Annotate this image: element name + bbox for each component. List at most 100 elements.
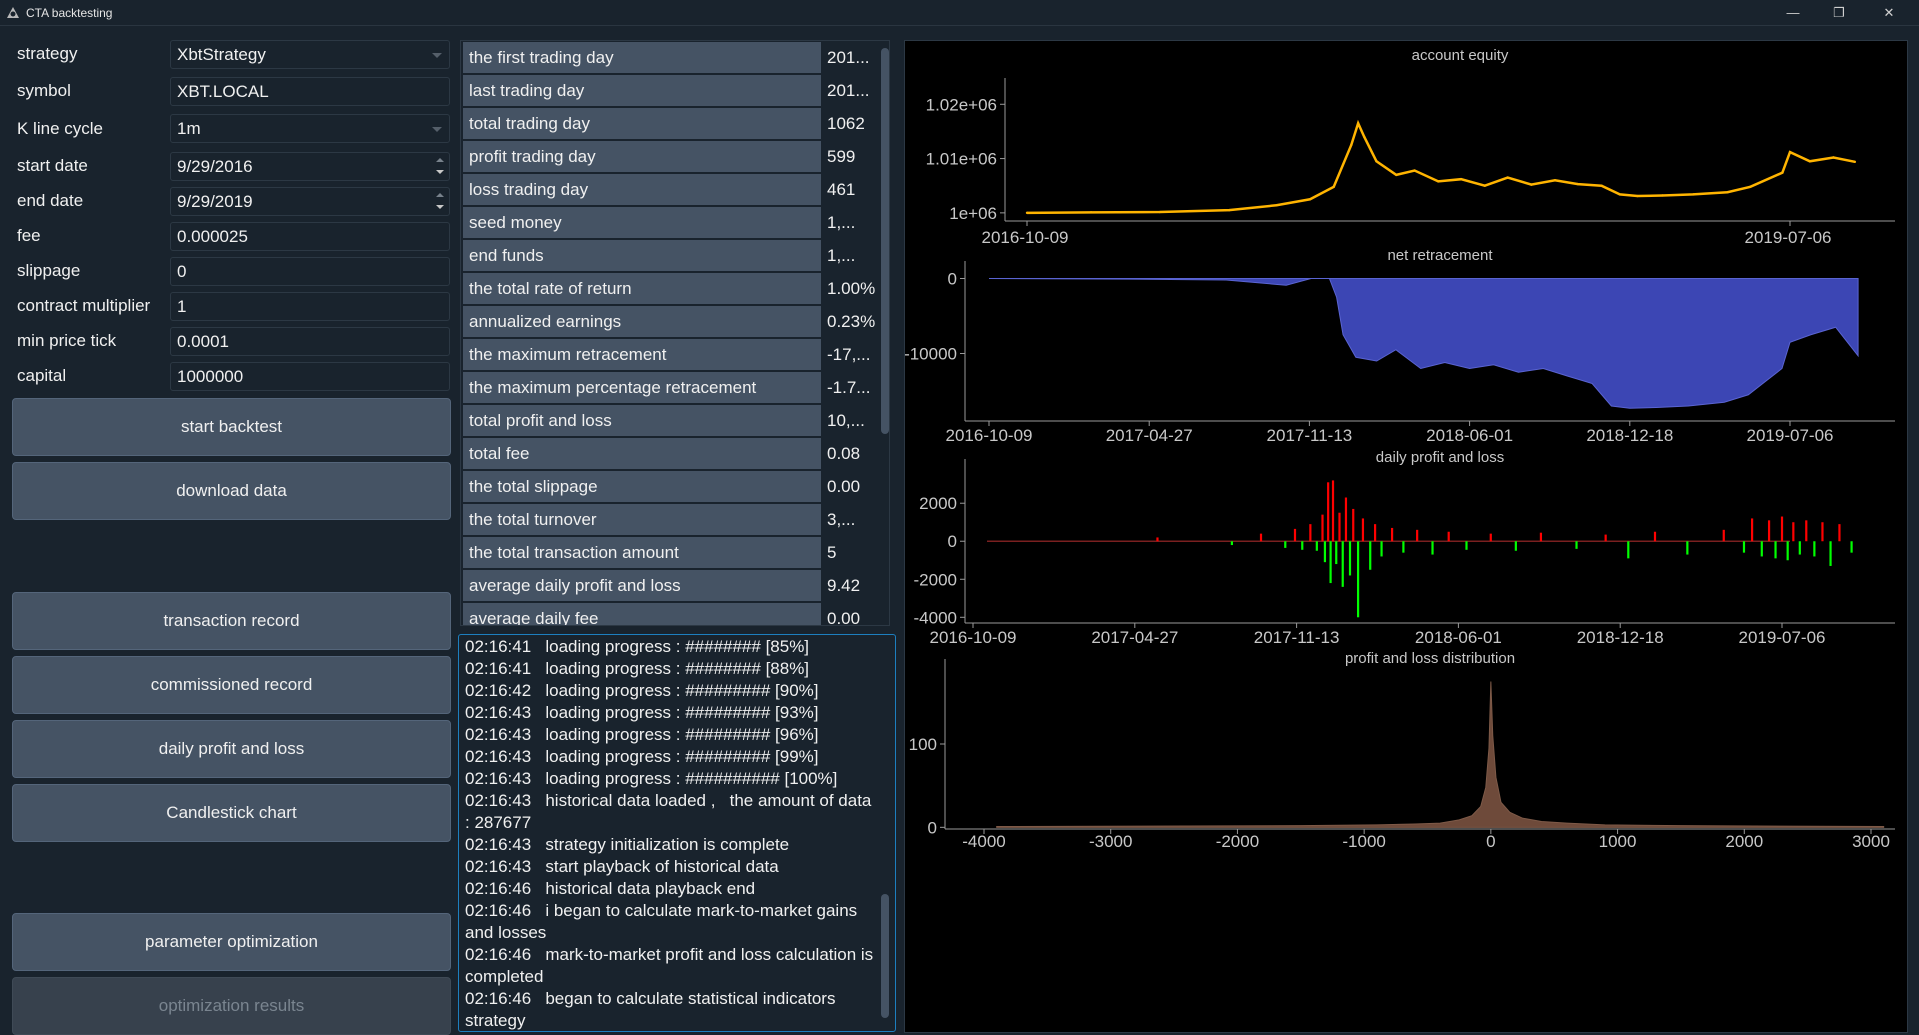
fee-input[interactable]: 0.000025 (170, 222, 450, 251)
contract-multiplier-input[interactable]: 1 (170, 292, 450, 321)
equity-point (1437, 180, 1440, 183)
y-tick-label: 1e+06 (949, 204, 997, 223)
table-row: average daily profit and loss 9.42 (461, 569, 881, 601)
log-scrollbar[interactable] (880, 640, 890, 1026)
stat-value: 10,... (823, 405, 879, 436)
pnl-bar (1284, 541, 1287, 548)
stat-value: 1.00% (823, 273, 879, 304)
window-title: CTA backtesting (26, 6, 113, 20)
pnl-bar (1348, 541, 1352, 576)
parameter-optimization-button[interactable]: parameter optimization (12, 913, 451, 971)
stat-value: 599 (823, 141, 879, 172)
pnl-bar (1575, 541, 1578, 549)
x-tick-label: 3000 (1852, 832, 1890, 851)
stat-value: -1.7... (823, 372, 879, 403)
equity-point (1636, 194, 1639, 198)
kline-value: 1m (177, 119, 201, 138)
log-line: 02:16:43 loading progress : ######### [9… (465, 725, 819, 744)
candlestick-chart-button[interactable]: Candlestick chart (12, 784, 451, 842)
strategy-select[interactable]: XbtStrategy (170, 40, 450, 69)
chevron-down-icon[interactable] (432, 127, 442, 132)
equity-point (1832, 156, 1835, 159)
equity-point (1853, 160, 1857, 164)
x-tick-label: -3000 (1089, 832, 1132, 851)
daily-pnl-button[interactable]: daily profit and loss (12, 720, 451, 778)
log-line: 02:16:43 strategy initialization is comp… (465, 835, 790, 854)
stat-value: 0.08 (823, 438, 879, 469)
table-row: the total transaction amount 5 (461, 536, 881, 568)
commissioned-record-button[interactable]: commissioned record (12, 656, 451, 714)
chart-0: account equity (1004, 47, 1895, 222)
pnl-bar (1309, 524, 1312, 542)
log-text: 02:16:41 loading progress : ######## [85… (465, 636, 878, 1031)
y-tick-label: 100 (909, 735, 937, 754)
scrollbar-handle[interactable] (881, 894, 889, 1018)
table-row: the total rate of return 1.00% (461, 272, 881, 304)
download-data-button[interactable]: download data (12, 462, 451, 520)
equity-point (1356, 122, 1360, 125)
stat-name: the total slippage (463, 471, 821, 502)
log-line: 02:16:43 loading progress : ######### [9… (465, 703, 819, 722)
spin-down-icon[interactable] (433, 202, 447, 214)
minimize-icon[interactable]: — (1770, 0, 1816, 26)
symbol-input[interactable]: XBT.LOCAL (170, 77, 450, 106)
pnl-bar (1850, 541, 1853, 553)
stats-scrollbar[interactable] (880, 42, 890, 624)
y-tick-label: 1.02e+06 (926, 95, 997, 114)
equity-point (1459, 178, 1463, 181)
stat-name: the total rate of return (463, 273, 821, 304)
log-line: 02:16:46 mark-to-market profit and loss … (465, 945, 878, 986)
scrollbar-handle[interactable] (881, 48, 889, 434)
stat-name: total trading day (463, 108, 821, 139)
capital-input[interactable]: 1000000 (170, 362, 450, 391)
spin-up-icon[interactable] (433, 154, 447, 166)
x-tick-label: 2017-11-13 (1267, 426, 1353, 445)
min-price-tick-label: min price tick (17, 331, 117, 350)
pnl-bar (1315, 541, 1318, 551)
spin-down-icon[interactable] (433, 167, 447, 179)
equity-point (1749, 185, 1752, 188)
start-backtest-button[interactable]: start backtest (12, 398, 451, 456)
stat-name: the total transaction amount (463, 537, 821, 568)
pnl-bar (1259, 533, 1263, 542)
equity-point (1600, 184, 1603, 187)
spin-up-icon[interactable] (433, 189, 447, 201)
pnl-bar (1805, 520, 1808, 542)
x-tick-label: 2018-06-01 (1426, 426, 1513, 445)
close-icon[interactable]: ✕ (1866, 0, 1912, 26)
log-line: 02:16:43 start playback of historical da… (465, 857, 779, 876)
chart-2: daily profit and loss (964, 449, 1895, 624)
pnl-bar (1489, 533, 1492, 542)
x-tick-label: 2018-12-18 (1577, 628, 1664, 647)
stat-value: 0.00 (823, 471, 879, 502)
stat-value: 3,... (823, 504, 879, 535)
y-tick-label: 2000 (919, 494, 957, 513)
restore-icon[interactable]: ❐ (1816, 0, 1862, 26)
pnl-bar (1780, 516, 1784, 542)
statistics-table[interactable]: the first trading day 201... last trading… (460, 40, 890, 626)
pnl-bar (1361, 518, 1365, 542)
y-tick-label: 0 (928, 818, 937, 837)
equity-line (1026, 119, 1856, 215)
stat-name: seed money (463, 207, 821, 238)
log-output[interactable]: 02:16:41 loading progress : ######## [85… (458, 634, 896, 1032)
start-date-input[interactable]: 9/29/2016 (170, 152, 450, 181)
equity-point (1308, 198, 1312, 201)
table-row: total profit and loss 10,... (461, 404, 881, 436)
kline-select[interactable]: 1m (170, 114, 450, 143)
charts-canvas: account equity net retracement daily profi… (905, 47, 1895, 851)
equity-point (1808, 160, 1812, 163)
equity-point (1530, 183, 1533, 186)
equity-point (1506, 176, 1509, 179)
stat-name: last trading day (463, 75, 821, 106)
x-tick-label: 2017-04-27 (1106, 426, 1193, 445)
x-tick-label: 2018-06-01 (1415, 628, 1502, 647)
log-line: 02:16:42 loading progress : ######### [9… (465, 681, 819, 700)
transaction-record-button[interactable]: transaction record (12, 592, 451, 650)
min-price-tick-input[interactable]: 0.0001 (170, 327, 450, 356)
end-date-input[interactable]: 9/29/2019 (170, 187, 450, 216)
y-tick-label: 0 (948, 270, 957, 289)
slippage-input[interactable]: 0 (170, 257, 450, 286)
chevron-down-icon[interactable] (432, 53, 442, 58)
equity-point (1553, 179, 1557, 182)
